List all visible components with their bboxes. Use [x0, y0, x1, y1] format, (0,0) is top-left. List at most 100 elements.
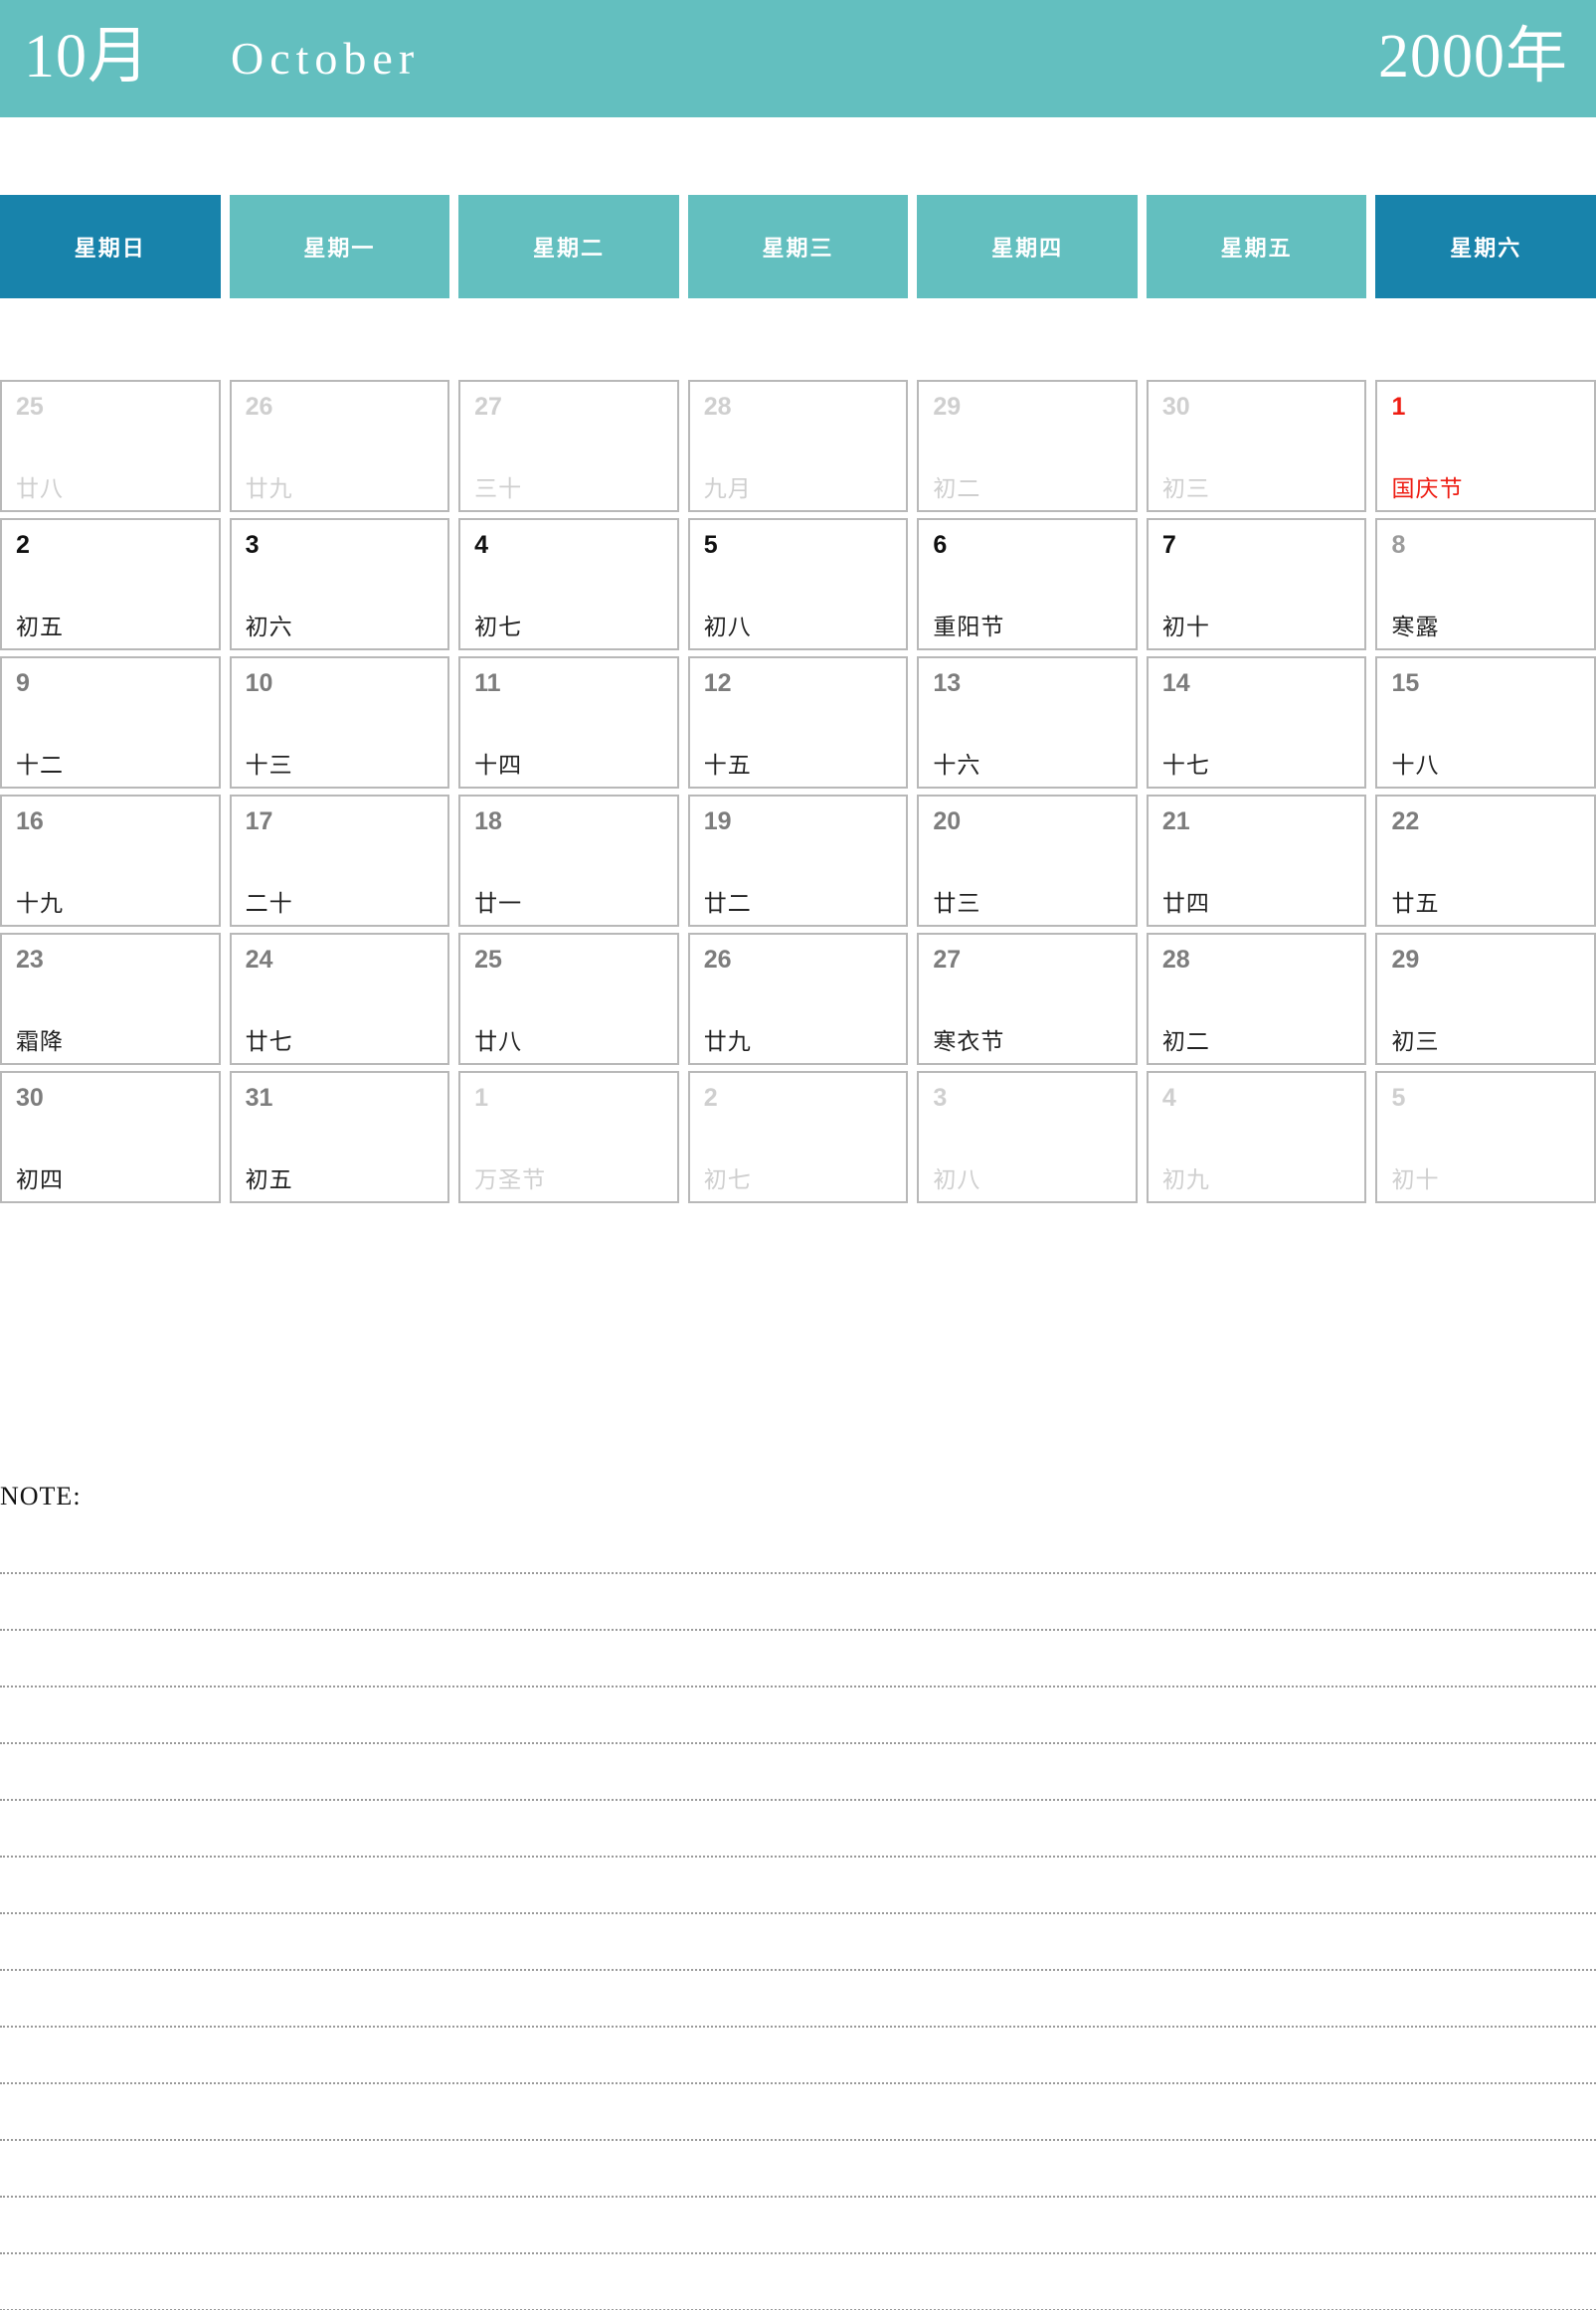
day-number: 23	[16, 946, 44, 974]
lunar-or-festival-label: 初五	[16, 615, 64, 639]
lunar-or-festival-label: 初十	[1161, 615, 1210, 639]
day-number: 27	[474, 393, 502, 421]
calendar-day-cell[interactable]: 19 廿二	[687, 795, 909, 927]
lunar-or-festival-label: 十四	[474, 753, 523, 778]
calendar-day-cell[interactable]: 7 初十	[1146, 518, 1367, 650]
calendar-day-cell[interactable]: 26 廿九	[687, 933, 909, 1065]
lunar-or-festival-label: 初二	[933, 476, 981, 501]
calendar-day-cell[interactable]: 3 初六	[229, 518, 450, 650]
lunar-or-festival-label: 初六	[245, 615, 293, 639]
note-line[interactable]	[0, 2254, 1596, 2310]
lunar-or-festival-label: 十五	[703, 753, 752, 778]
lunar-or-festival-label: 初三	[1391, 1029, 1440, 1054]
note-line[interactable]	[0, 1574, 1596, 1631]
day-number: 1	[474, 1084, 489, 1112]
day-number: 12	[703, 669, 732, 697]
calendar-week-row: 2 初五 3 初六 4 初七 5 初八 6 重阳节 7 初十 8 寒露	[0, 518, 1596, 650]
day-number: 10	[245, 669, 273, 697]
calendar-day-cell[interactable]: 31 初五	[229, 1071, 450, 1203]
calendar-day-cell[interactable]: 11 十四	[458, 656, 679, 789]
calendar-day-cell[interactable]: 30 初三	[1146, 380, 1367, 512]
note-line[interactable]	[0, 1631, 1596, 1688]
calendar-day-cell[interactable]: 27 寒衣节	[917, 933, 1138, 1065]
weekday-header-0: 星期日	[0, 195, 221, 298]
calendar-day-cell[interactable]: 14 十七	[1146, 656, 1367, 789]
calendar-day-cell[interactable]: 9 十二	[0, 656, 221, 789]
day-number: 13	[933, 669, 962, 697]
calendar-day-cell[interactable]: 5 初八	[687, 518, 909, 650]
note-line[interactable]	[0, 2198, 1596, 2254]
lunar-or-festival-label: 寒衣节	[933, 1029, 1005, 1054]
calendar-day-cell[interactable]: 17 二十	[229, 795, 450, 927]
calendar-day-cell[interactable]: 21 廿四	[1146, 795, 1367, 927]
month-label-en: October	[231, 33, 421, 84]
calendar-day-cell[interactable]: 2 初七	[687, 1071, 909, 1203]
calendar-day-cell[interactable]: 22 廿五	[1375, 795, 1596, 927]
lunar-or-festival-label: 初三	[1161, 476, 1210, 501]
lunar-or-festival-label: 十三	[245, 753, 293, 778]
note-line[interactable]	[0, 2028, 1596, 2084]
calendar-day-cell[interactable]: 25 廿八	[458, 933, 679, 1065]
calendar-page: 10月 October 2000年 星期日 星期一 星期二 星期三 星期四 星期五 星期六 …	[0, 0, 1596, 2310]
note-line[interactable]	[0, 2084, 1596, 2141]
calendar-week-row: 25 廿八 26 廿九 27 三十 28 九月 29 初二 30 初三 1 国庆节	[0, 380, 1596, 512]
note-line[interactable]	[0, 1858, 1596, 1914]
lunar-or-festival-label: 廿五	[1391, 891, 1440, 916]
calendar-day-cell[interactable]: 4 初七	[458, 518, 679, 650]
note-line[interactable]	[0, 1688, 1596, 1744]
lunar-or-festival-label: 十九	[16, 891, 64, 916]
day-number: 5	[703, 531, 718, 559]
calendar-day-cell[interactable]: 15 十八	[1375, 656, 1596, 789]
lunar-or-festival-label: 廿四	[1161, 891, 1210, 916]
calendar-day-cell[interactable]: 28 九月	[687, 380, 909, 512]
calendar-day-cell[interactable]: 18 廿一	[458, 795, 679, 927]
lunar-or-festival-label: 九月	[703, 476, 752, 501]
calendar-day-cell[interactable]: 28 初二	[1146, 933, 1367, 1065]
calendar-week-row: 16 十九 17 二十 18 廿一 19 廿二 20 廿三 21 廿四 22 廿五	[0, 795, 1596, 927]
note-line[interactable]	[0, 1517, 1596, 1574]
calendar-day-cell[interactable]: 4 初九	[1146, 1071, 1367, 1203]
calendar-day-cell[interactable]: 5 初十	[1375, 1071, 1596, 1203]
day-number: 1	[1391, 393, 1406, 421]
calendar-day-cell[interactable]: 23 霜降	[0, 933, 221, 1065]
day-number: 21	[1161, 807, 1190, 835]
day-number: 9	[16, 669, 30, 697]
calendar-day-cell[interactable]: 10 十三	[229, 656, 450, 789]
lunar-or-festival-label: 廿二	[703, 891, 752, 916]
calendar-day-cell[interactable]: 20 廿三	[917, 795, 1138, 927]
day-number: 2	[16, 531, 30, 559]
day-number: 5	[1391, 1084, 1406, 1112]
lunar-or-festival-label: 廿八	[474, 1029, 523, 1054]
note-line[interactable]	[0, 1801, 1596, 1858]
calendar-day-cell[interactable]: 13 十六	[917, 656, 1138, 789]
calendar-day-cell[interactable]: 27 三十	[458, 380, 679, 512]
lunar-or-festival-label: 十七	[1161, 753, 1210, 778]
calendar-day-cell[interactable]: 8 寒露	[1375, 518, 1596, 650]
calendar-day-cell[interactable]: 24 廿七	[229, 933, 450, 1065]
calendar-day-cell[interactable]: 25 廿八	[0, 380, 221, 512]
calendar-day-cell[interactable]: 29 初二	[917, 380, 1138, 512]
calendar-day-cell[interactable]: 2 初五	[0, 518, 221, 650]
note-line[interactable]	[0, 1914, 1596, 1971]
calendar-day-cell[interactable]: 16 十九	[0, 795, 221, 927]
lunar-or-festival-label: 廿九	[245, 476, 293, 501]
note-section: NOTE:	[0, 1462, 1596, 2310]
note-line[interactable]	[0, 1744, 1596, 1801]
lunar-or-festival-label: 初九	[1161, 1167, 1210, 1192]
lunar-or-festival-label: 廿八	[16, 476, 64, 501]
day-number: 16	[16, 807, 44, 835]
calendar-day-cell[interactable]: 3 初八	[917, 1071, 1138, 1203]
note-line[interactable]	[0, 1971, 1596, 2028]
lunar-or-festival-label: 廿三	[933, 891, 981, 916]
note-line[interactable]	[0, 2141, 1596, 2198]
calendar-day-cell[interactable]: 1 国庆节	[1375, 380, 1596, 512]
calendar-day-cell[interactable]: 1 万圣节	[458, 1071, 679, 1203]
calendar-day-cell[interactable]: 6 重阳节	[917, 518, 1138, 650]
calendar-day-cell[interactable]: 12 十五	[687, 656, 909, 789]
calendar-day-cell[interactable]: 29 初三	[1375, 933, 1596, 1065]
calendar-day-cell[interactable]: 26 廿九	[229, 380, 450, 512]
weekday-header-1: 星期一	[229, 195, 450, 298]
calendar-day-cell[interactable]: 30 初四	[0, 1071, 221, 1203]
note-lines[interactable]	[0, 1517, 1596, 2310]
weekday-header-3: 星期三	[687, 195, 909, 298]
